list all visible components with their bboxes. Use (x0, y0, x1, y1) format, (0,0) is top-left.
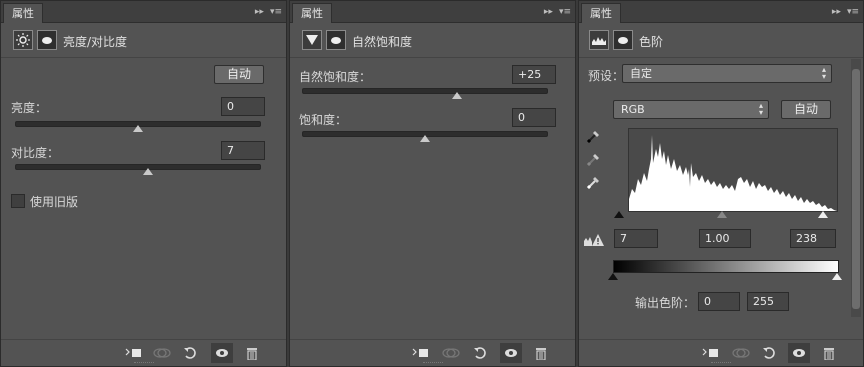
brightness-slider-thumb[interactable] (133, 125, 143, 132)
preset-label: 预设： (588, 69, 625, 83)
tab-properties[interactable]: 属性 (3, 3, 43, 23)
eye-icon[interactable] (211, 343, 233, 363)
vibrance-triangle-icon[interactable] (302, 30, 322, 50)
panel-title: 色阶 (639, 35, 664, 49)
brightness-input[interactable]: 0 (221, 97, 265, 116)
adjustment-header: 自然饱和度 (290, 23, 575, 58)
sun-icon[interactable] (13, 30, 33, 50)
levels-auto-button[interactable]: 自动 (781, 100, 831, 119)
reset-icon[interactable] (179, 343, 201, 363)
select-arrows-icon: ▴ ▾ (758, 101, 763, 117)
white-point-eyedropper-icon[interactable] (586, 174, 602, 193)
input-black-slider[interactable] (614, 211, 624, 218)
legacy-label: 使用旧版 (30, 195, 79, 209)
view-previous-icon[interactable] (730, 343, 752, 363)
contrast-slider-thumb[interactable] (142, 168, 153, 175)
view-previous-icon[interactable] (151, 343, 173, 363)
channel-select[interactable]: RGB ▴ ▾ (613, 100, 769, 119)
saturation-slider[interactable] (302, 131, 548, 142)
input-white-field[interactable]: 238 (790, 229, 836, 248)
scrollbar-thumb[interactable] (852, 69, 860, 309)
output-white-slider[interactable] (832, 273, 842, 280)
levels-histogram (628, 128, 838, 212)
vibrance-panel: 属性 ▸▸ ▾≡ 自然饱和度 自然饱和度： +25 饱和度： 0 (289, 0, 576, 367)
collapse-icon[interactable]: ▸▸ (544, 7, 553, 17)
reset-icon[interactable] (758, 343, 780, 363)
panel-controls: ▸▸ ▾≡ (255, 5, 282, 18)
scrollbar[interactable] (851, 59, 861, 317)
output-black-slider[interactable] (608, 273, 618, 280)
vibrance-slider[interactable] (302, 88, 548, 99)
input-gamma-field[interactable]: 1.00 (699, 229, 751, 248)
reset-icon[interactable] (469, 343, 491, 363)
input-black-field[interactable]: 7 (614, 229, 658, 248)
panel-controls: ▸▸ ▾≡ (832, 5, 859, 18)
resize-grip[interactable] (133, 362, 154, 366)
legacy-checkbox[interactable] (11, 194, 25, 208)
collapse-icon[interactable]: ▸▸ (255, 7, 264, 17)
panel-menu-icon[interactable]: ▾≡ (847, 7, 859, 17)
auto-button[interactable]: 自动 (214, 65, 264, 84)
output-black-field[interactable]: 0 (698, 292, 740, 311)
view-previous-icon[interactable] (440, 343, 462, 363)
clip-to-layer-icon[interactable] (700, 343, 722, 363)
channel-value: RGB (621, 103, 645, 116)
panel-controls: ▸▸ ▾≡ (544, 5, 571, 18)
clip-to-layer-icon[interactable] (410, 343, 432, 363)
vibrance-input[interactable]: +25 (512, 65, 556, 84)
tab-properties[interactable]: 属性 (292, 3, 332, 23)
panel-footer (290, 339, 575, 366)
eye-icon[interactable] (788, 343, 810, 363)
trash-icon[interactable] (241, 343, 263, 363)
panel-menu-icon[interactable]: ▾≡ (270, 7, 282, 17)
brightness-slider[interactable] (15, 121, 261, 132)
mask-icon[interactable] (37, 30, 57, 50)
vibrance-slider-thumb[interactable] (451, 92, 462, 99)
brightness-contrast-panel: 属性 ▸▸ ▾≡ 亮度/对比度 自动 亮度： 0 对比度： 7 使用旧版 (0, 0, 287, 367)
output-white-field[interactable]: 255 (747, 292, 789, 311)
tab-bar: 属性 ▸▸ ▾≡ (579, 1, 863, 23)
select-arrows-icon: ▴ ▾ (821, 65, 826, 81)
adjustment-header: 色阶 (579, 23, 863, 58)
panel-menu-icon[interactable]: ▾≡ (559, 7, 571, 17)
mask-icon[interactable] (326, 30, 346, 50)
panel-title: 亮度/对比度 (63, 35, 128, 49)
contrast-label: 对比度： (11, 146, 60, 160)
preset-value: 自定 (630, 67, 652, 80)
input-gray-slider[interactable] (717, 211, 727, 218)
saturation-label: 饱和度： (299, 113, 348, 127)
histogram-icon[interactable] (589, 30, 609, 50)
trash-icon[interactable] (818, 343, 840, 363)
saturation-input[interactable]: 0 (512, 108, 556, 127)
output-levels-label: 输出色阶： (635, 296, 696, 310)
gray-point-eyedropper-icon[interactable] (586, 151, 602, 170)
tab-bar: 属性 ▸▸ ▾≡ (290, 1, 575, 23)
panel-footer (1, 339, 286, 366)
collapse-icon[interactable]: ▸▸ (832, 7, 841, 17)
vibrance-label: 自然饱和度： (299, 70, 372, 84)
adjustment-header: 亮度/对比度 (1, 23, 286, 58)
clip-to-layer-icon[interactable] (123, 343, 145, 363)
black-point-eyedropper-icon[interactable] (586, 128, 602, 147)
panel-footer (579, 339, 863, 366)
tab-properties[interactable]: 属性 (581, 3, 621, 23)
mask-icon[interactable] (613, 30, 633, 50)
resize-grip[interactable] (422, 362, 443, 366)
contrast-input[interactable]: 7 (221, 141, 265, 160)
input-white-slider[interactable] (818, 211, 828, 218)
trash-icon[interactable] (530, 343, 552, 363)
brightness-label: 亮度： (11, 101, 48, 115)
eye-icon[interactable] (500, 343, 522, 363)
clipping-warning-icon[interactable] (584, 233, 604, 250)
tab-bar: 属性 ▸▸ ▾≡ (1, 1, 286, 23)
preset-select[interactable]: 自定 ▴ ▾ (622, 64, 832, 83)
saturation-slider-thumb[interactable] (420, 135, 430, 142)
panel-title: 自然饱和度 (352, 35, 413, 49)
resize-grip[interactable] (711, 362, 731, 366)
output-gradient (613, 260, 839, 273)
contrast-slider[interactable] (15, 164, 261, 175)
